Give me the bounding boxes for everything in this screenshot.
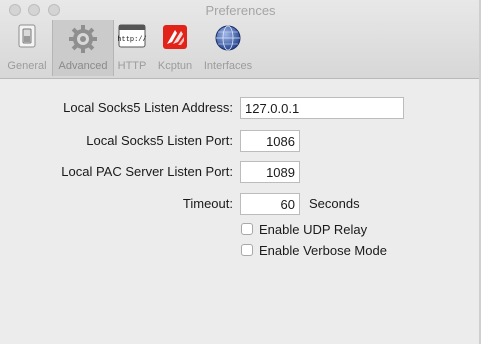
udp-relay-checkbox[interactable]: Enable UDP Relay (240, 222, 440, 238)
toolbar: Preferences General Advanced http:// HTT… (0, 0, 481, 79)
http-icon: http:// (117, 24, 147, 51)
listen-port-label: Local Socks5 Listen Port: (86, 133, 233, 148)
advanced-settings-panel: Local Socks5 Listen Address: Local Socks… (0, 79, 481, 344)
tab-kcptun[interactable]: Kcptun (152, 20, 198, 76)
tab-general[interactable]: General (4, 20, 50, 76)
preferences-window: Preferences General Advanced http:// HTT… (0, 0, 481, 344)
pac-port-label: Local PAC Server Listen Port: (61, 164, 233, 179)
window-title: Preferences (205, 3, 276, 18)
tab-http-label: HTTP (117, 60, 147, 72)
tab-advanced[interactable]: Advanced (52, 20, 114, 76)
listen-address-label: Local Socks5 Listen Address: (63, 100, 233, 115)
network-globe-icon (214, 24, 242, 55)
tab-kcptun-label: Kcptun (157, 60, 193, 72)
verbose-mode-label[interactable]: Enable Verbose Mode (259, 243, 387, 258)
timeout-unit-label: Seconds (309, 196, 360, 211)
udp-relay-checkbox-box[interactable] (241, 223, 253, 235)
pac-port-field[interactable] (240, 161, 300, 183)
tab-general-label: General (7, 60, 47, 72)
tab-interfaces-label: Interfaces (203, 60, 253, 72)
tab-advanced-label: Advanced (58, 60, 108, 72)
timeout-field[interactable] (240, 193, 300, 215)
timeout-row: Timeout: Seconds (0, 193, 481, 215)
listen-address-row: Local Socks5 Listen Address: (0, 97, 481, 119)
udp-relay-label[interactable]: Enable UDP Relay (259, 222, 367, 237)
tab-http[interactable]: http:// HTTP (113, 20, 151, 76)
listen-port-field[interactable] (240, 130, 300, 152)
verbose-mode-checkbox-box[interactable] (241, 244, 253, 256)
pac-port-row: Local PAC Server Listen Port: (0, 161, 481, 183)
listen-port-row: Local Socks5 Listen Port: (0, 130, 481, 152)
gear-icon (68, 24, 98, 57)
listen-address-field[interactable] (240, 97, 404, 119)
timeout-label: Timeout: (182, 196, 233, 211)
kcptun-icon (162, 24, 188, 53)
svg-text:http://: http:// (118, 36, 146, 44)
tab-interfaces[interactable]: Interfaces (198, 20, 258, 76)
switch-icon (16, 24, 38, 51)
verbose-mode-checkbox[interactable]: Enable Verbose Mode (240, 243, 440, 259)
